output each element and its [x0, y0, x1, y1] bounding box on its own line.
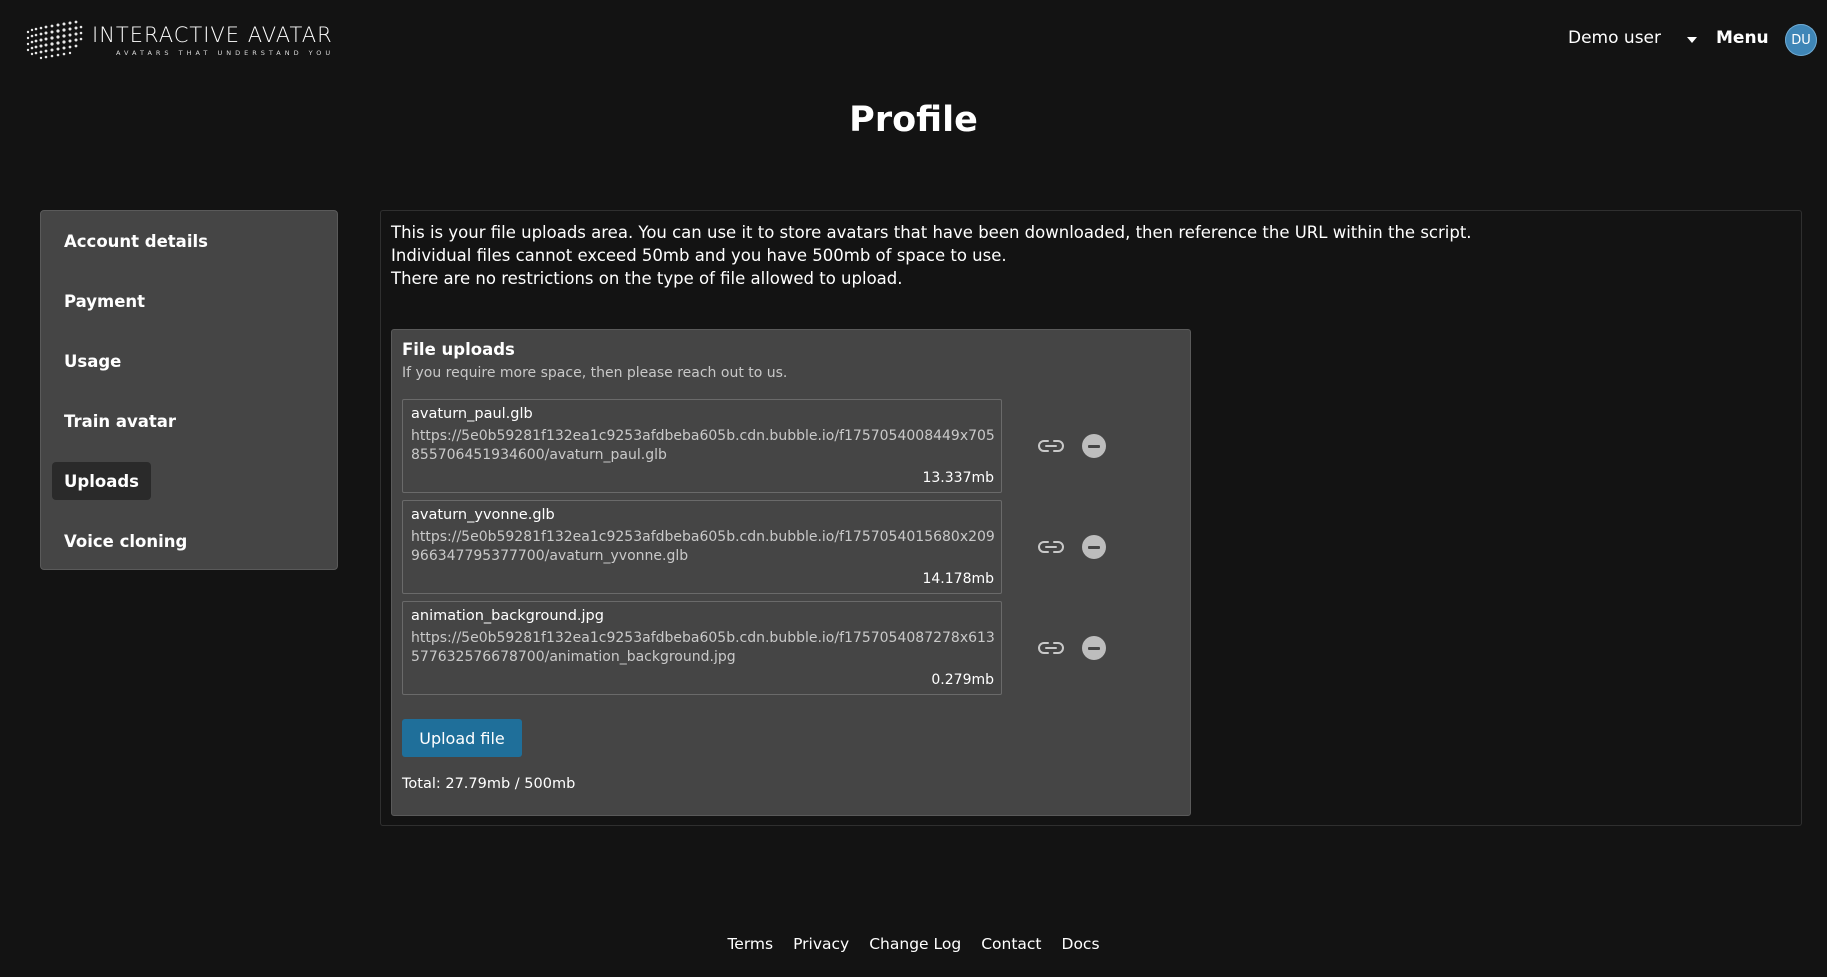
intro-line: This is your file uploads area. You can … — [391, 223, 1472, 242]
file-size: 0.279mb — [931, 672, 994, 688]
file-item: animation_background.jpg https://5e0b592… — [402, 601, 1002, 695]
storage-total: Total: 27.79mb / 500mb — [402, 776, 576, 792]
brand-text: INTERACTIVE AVATAR AVATARS THAT UNDERSTA… — [92, 23, 334, 57]
copy-link-icon[interactable] — [1036, 636, 1066, 660]
file-size: 13.337mb — [922, 470, 994, 486]
footer-links: Terms Privacy Change Log Contact Docs — [0, 935, 1827, 953]
upload-file-button[interactable]: Upload file — [402, 719, 522, 757]
uploads-intro: This is your file uploads area. You can … — [391, 221, 1472, 290]
sidebar-item-payment[interactable]: Payment — [52, 282, 157, 320]
file-url: https://5e0b59281f132ea1c9253afdbeba605b… — [411, 428, 995, 463]
brand-tagline: AVATARS THAT UNDERSTAND YOU — [116, 49, 335, 57]
intro-line: There are no restrictions on the type of… — [391, 269, 903, 288]
file-name: animation_background.jpg — [411, 608, 604, 624]
remove-file-icon[interactable] — [1082, 535, 1106, 559]
sidebar-item-voice-cloning[interactable]: Voice cloning — [52, 522, 199, 560]
page-title: Profile — [849, 100, 978, 140]
footer-link-change-log[interactable]: Change Log — [869, 935, 961, 953]
file-name: avaturn_paul.glb — [411, 406, 533, 422]
card-subtitle: If you require more space, then please r… — [402, 365, 788, 381]
file-url: https://5e0b59281f132ea1c9253afdbeba605b… — [411, 630, 995, 665]
avatar[interactable]: DU — [1785, 24, 1817, 56]
footer-link-terms[interactable]: Terms — [727, 935, 773, 953]
sidebar-item-account-details[interactable]: Account details — [52, 222, 220, 260]
brand-name: INTERACTIVE AVATAR — [92, 23, 333, 47]
footer-link-contact[interactable]: Contact — [981, 935, 1041, 953]
uploads-panel: This is your file uploads area. You can … — [380, 210, 1802, 826]
remove-file-icon[interactable] — [1082, 636, 1106, 660]
copy-link-icon[interactable] — [1036, 535, 1066, 559]
footer-link-privacy[interactable]: Privacy — [793, 935, 849, 953]
sidebar-item-train-avatar[interactable]: Train avatar — [52, 402, 188, 440]
logo-wave-icon — [26, 20, 83, 60]
file-size: 14.178mb — [922, 571, 994, 587]
file-url: https://5e0b59281f132ea1c9253afdbeba605b… — [411, 529, 995, 564]
user-dropdown-label[interactable]: Demo user — [1568, 28, 1661, 48]
sidebar-item-uploads[interactable]: Uploads — [52, 462, 151, 500]
menu-button[interactable]: Menu — [1716, 28, 1769, 48]
file-item: avaturn_yvonne.glb https://5e0b59281f132… — [402, 500, 1002, 594]
file-uploads-card: File uploads If you require more space, … — [391, 329, 1191, 816]
sidebar-item-usage[interactable]: Usage — [52, 342, 133, 380]
brand-logo[interactable]: INTERACTIVE AVATAR AVATARS THAT UNDERSTA… — [24, 18, 334, 62]
copy-link-icon[interactable] — [1036, 434, 1066, 458]
file-item: avaturn_paul.glb https://5e0b59281f132ea… — [402, 399, 1002, 493]
profile-sidebar: Account details Payment Usage Train avat… — [40, 210, 338, 570]
chevron-down-icon[interactable] — [1687, 37, 1697, 43]
footer-link-docs[interactable]: Docs — [1062, 935, 1100, 953]
remove-file-icon[interactable] — [1082, 434, 1106, 458]
file-name: avaturn_yvonne.glb — [411, 507, 555, 523]
intro-line: Individual files cannot exceed 50mb and … — [391, 246, 1007, 265]
card-title: File uploads — [402, 340, 515, 359]
